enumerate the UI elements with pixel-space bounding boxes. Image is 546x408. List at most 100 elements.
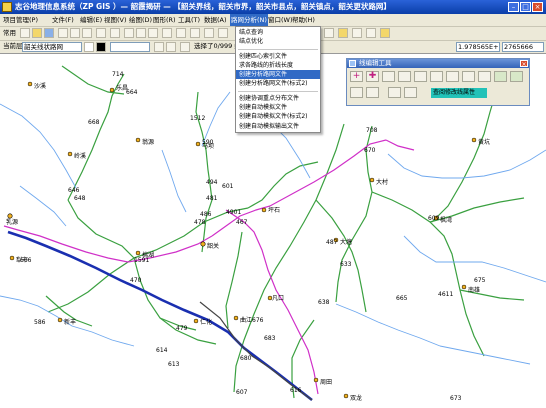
save-icon[interactable] (44, 28, 54, 38)
symbol-icon[interactable] (166, 42, 176, 52)
place-shaxi: 沙溪 (34, 82, 46, 90)
open-folder-icon[interactable] (32, 28, 42, 38)
query-icon[interactable] (352, 28, 362, 38)
clip-line-icon[interactable] (478, 71, 491, 82)
maximize-button[interactable]: □ (520, 2, 531, 12)
place-zhoutian: 周田 (320, 379, 332, 386)
move-vertex-icon[interactable] (382, 71, 395, 82)
menu-item-polyline-length[interactable]: 求各路线的折线长度 (236, 61, 320, 70)
measure-icon[interactable] (218, 28, 228, 38)
menu-item-node-query[interactable]: 结点查询 (236, 28, 320, 37)
menu-data[interactable]: 数据(A) (204, 14, 227, 26)
panel-title: 线编辑工具 (359, 59, 392, 67)
join-line-icon[interactable] (430, 71, 443, 82)
menu-help[interactable]: 帮助(H) (292, 14, 315, 26)
full-extent-icon[interactable] (162, 28, 172, 38)
menu-tools[interactable]: 工具(T) (178, 14, 200, 26)
separate-icon[interactable] (404, 87, 417, 98)
place-pingshi: 坪石 (268, 206, 280, 214)
line-style-select[interactable] (110, 42, 150, 52)
menu-item-centroid-index[interactable]: 创建匹心索引文件 (236, 52, 320, 61)
minimize-button[interactable]: – (508, 2, 519, 12)
fill-color-icon[interactable] (84, 42, 94, 52)
edit-attributes-field[interactable]: 查阅修改线属性 (431, 88, 487, 98)
road-magenta-4 (225, 209, 319, 395)
road-number: 668 (88, 119, 100, 126)
cut-icon[interactable] (70, 28, 80, 38)
place-nanxiong: 南雄 (468, 286, 480, 294)
style-icon[interactable] (154, 42, 164, 52)
route-analysis-menu: 结点查询 结点优化 创建匹心索引文件 求各路线的折线长度 创建分析路网文件 创建… (235, 26, 321, 133)
toolbar-label: 常用 (3, 29, 16, 37)
print-icon[interactable] (58, 28, 68, 38)
road-number: 648 (74, 195, 86, 202)
arrow-right-icon[interactable] (366, 87, 379, 98)
menu-edit[interactable]: 编辑(E) (80, 14, 102, 26)
traffic-light-alt-icon[interactable] (510, 71, 523, 82)
menu-draw[interactable]: 绘图(D) (129, 14, 152, 26)
zoom-out-icon[interactable] (136, 28, 146, 38)
menu-item-create-coordination-file[interactable]: 创建协调重点分布文件 (236, 94, 320, 103)
identify-icon[interactable] (204, 28, 214, 38)
menu-item-node-optimize[interactable]: 结点优化 (236, 37, 320, 46)
window-title: 志谷地理信息系统（ZP GIS ）— 韶霞揭研 — 【韶关界线，韶关市界，韶关市… (15, 2, 391, 11)
refresh-icon[interactable] (176, 28, 186, 38)
place-renhua: 仁化 (200, 318, 212, 326)
reverse-line-icon[interactable] (446, 71, 459, 82)
road-number: 665 (396, 295, 408, 302)
menu-project[interactable]: 项目管理(P) (3, 14, 38, 26)
arrow-left-icon[interactable] (350, 87, 363, 98)
menu-file[interactable]: 文件(F) (52, 14, 74, 26)
pan-icon[interactable] (148, 28, 158, 38)
close-button[interactable]: × (532, 2, 543, 12)
road-number: 676 (252, 317, 264, 324)
panel-title-bar[interactable]: 线编辑工具 × (347, 59, 529, 68)
menu-item-create-network-file-2[interactable]: 创建分析路网文件(标式2) (236, 79, 320, 88)
panel-close-icon[interactable]: × (520, 60, 528, 68)
delete-vertex-icon[interactable] (398, 71, 411, 82)
road-green-14 (431, 91, 497, 223)
road-number: 4611 (438, 291, 453, 298)
menu-item-create-simulation-file-2[interactable]: 创建自动模拟文件(标式2) (236, 112, 320, 121)
place-fengwan: 枫湾 (440, 216, 452, 224)
menu-graphic[interactable]: 图形(R) (153, 14, 176, 26)
road-number: 609 (428, 215, 440, 222)
menu-item-create-simulation-output[interactable]: 创建自动模拟输出文件 (236, 122, 320, 131)
select-icon[interactable] (190, 28, 200, 38)
road-number: 478 (194, 219, 206, 226)
undo-icon[interactable] (110, 28, 120, 38)
place-ruyuan: 乳源 (6, 218, 18, 226)
menu-view[interactable]: 视图(V) (104, 14, 127, 26)
menu-item-create-network-file[interactable]: 创建分析路网文件 (236, 70, 320, 80)
expressway-blue (7, 230, 313, 402)
menu-route-analysis[interactable]: 路网分析(N) (230, 14, 268, 26)
road-green-9 (225, 231, 243, 329)
highlight-icon[interactable] (380, 28, 390, 38)
traffic-light-icon[interactable] (494, 71, 507, 82)
copy-icon[interactable] (82, 28, 92, 38)
zoom-in-icon[interactable] (124, 28, 134, 38)
road-number: 616 (290, 387, 302, 394)
layer-icon[interactable] (324, 28, 334, 38)
chart-icon[interactable] (366, 28, 376, 38)
menu-separator (238, 48, 318, 50)
add-vertex-icon[interactable]: + (350, 71, 363, 82)
merge-icon[interactable] (388, 87, 401, 98)
new-file-icon[interactable] (20, 28, 30, 38)
coord-x-field: 1.978565E+07 (456, 42, 500, 52)
pointer-icon[interactable] (180, 42, 190, 52)
layer-select[interactable]: 韶关线状路网 (22, 42, 82, 52)
table-icon[interactable] (338, 28, 348, 38)
paste-icon[interactable] (96, 28, 106, 38)
menu-window[interactable]: 窗口(W) (268, 14, 293, 26)
road-number: 467 (236, 219, 248, 226)
line-color-icon[interactable] (96, 42, 106, 52)
road-number: 613 (168, 361, 180, 368)
road-number: 1512 (190, 115, 205, 122)
road-number: 607 (236, 389, 248, 396)
smooth-line-icon[interactable] (462, 71, 475, 82)
insert-vertex-icon[interactable]: ✚ (366, 71, 379, 82)
menu-item-create-simulation-file[interactable]: 创建自动模拟文件 (236, 103, 320, 112)
road-green-5 (133, 257, 217, 345)
split-line-icon[interactable] (414, 71, 427, 82)
